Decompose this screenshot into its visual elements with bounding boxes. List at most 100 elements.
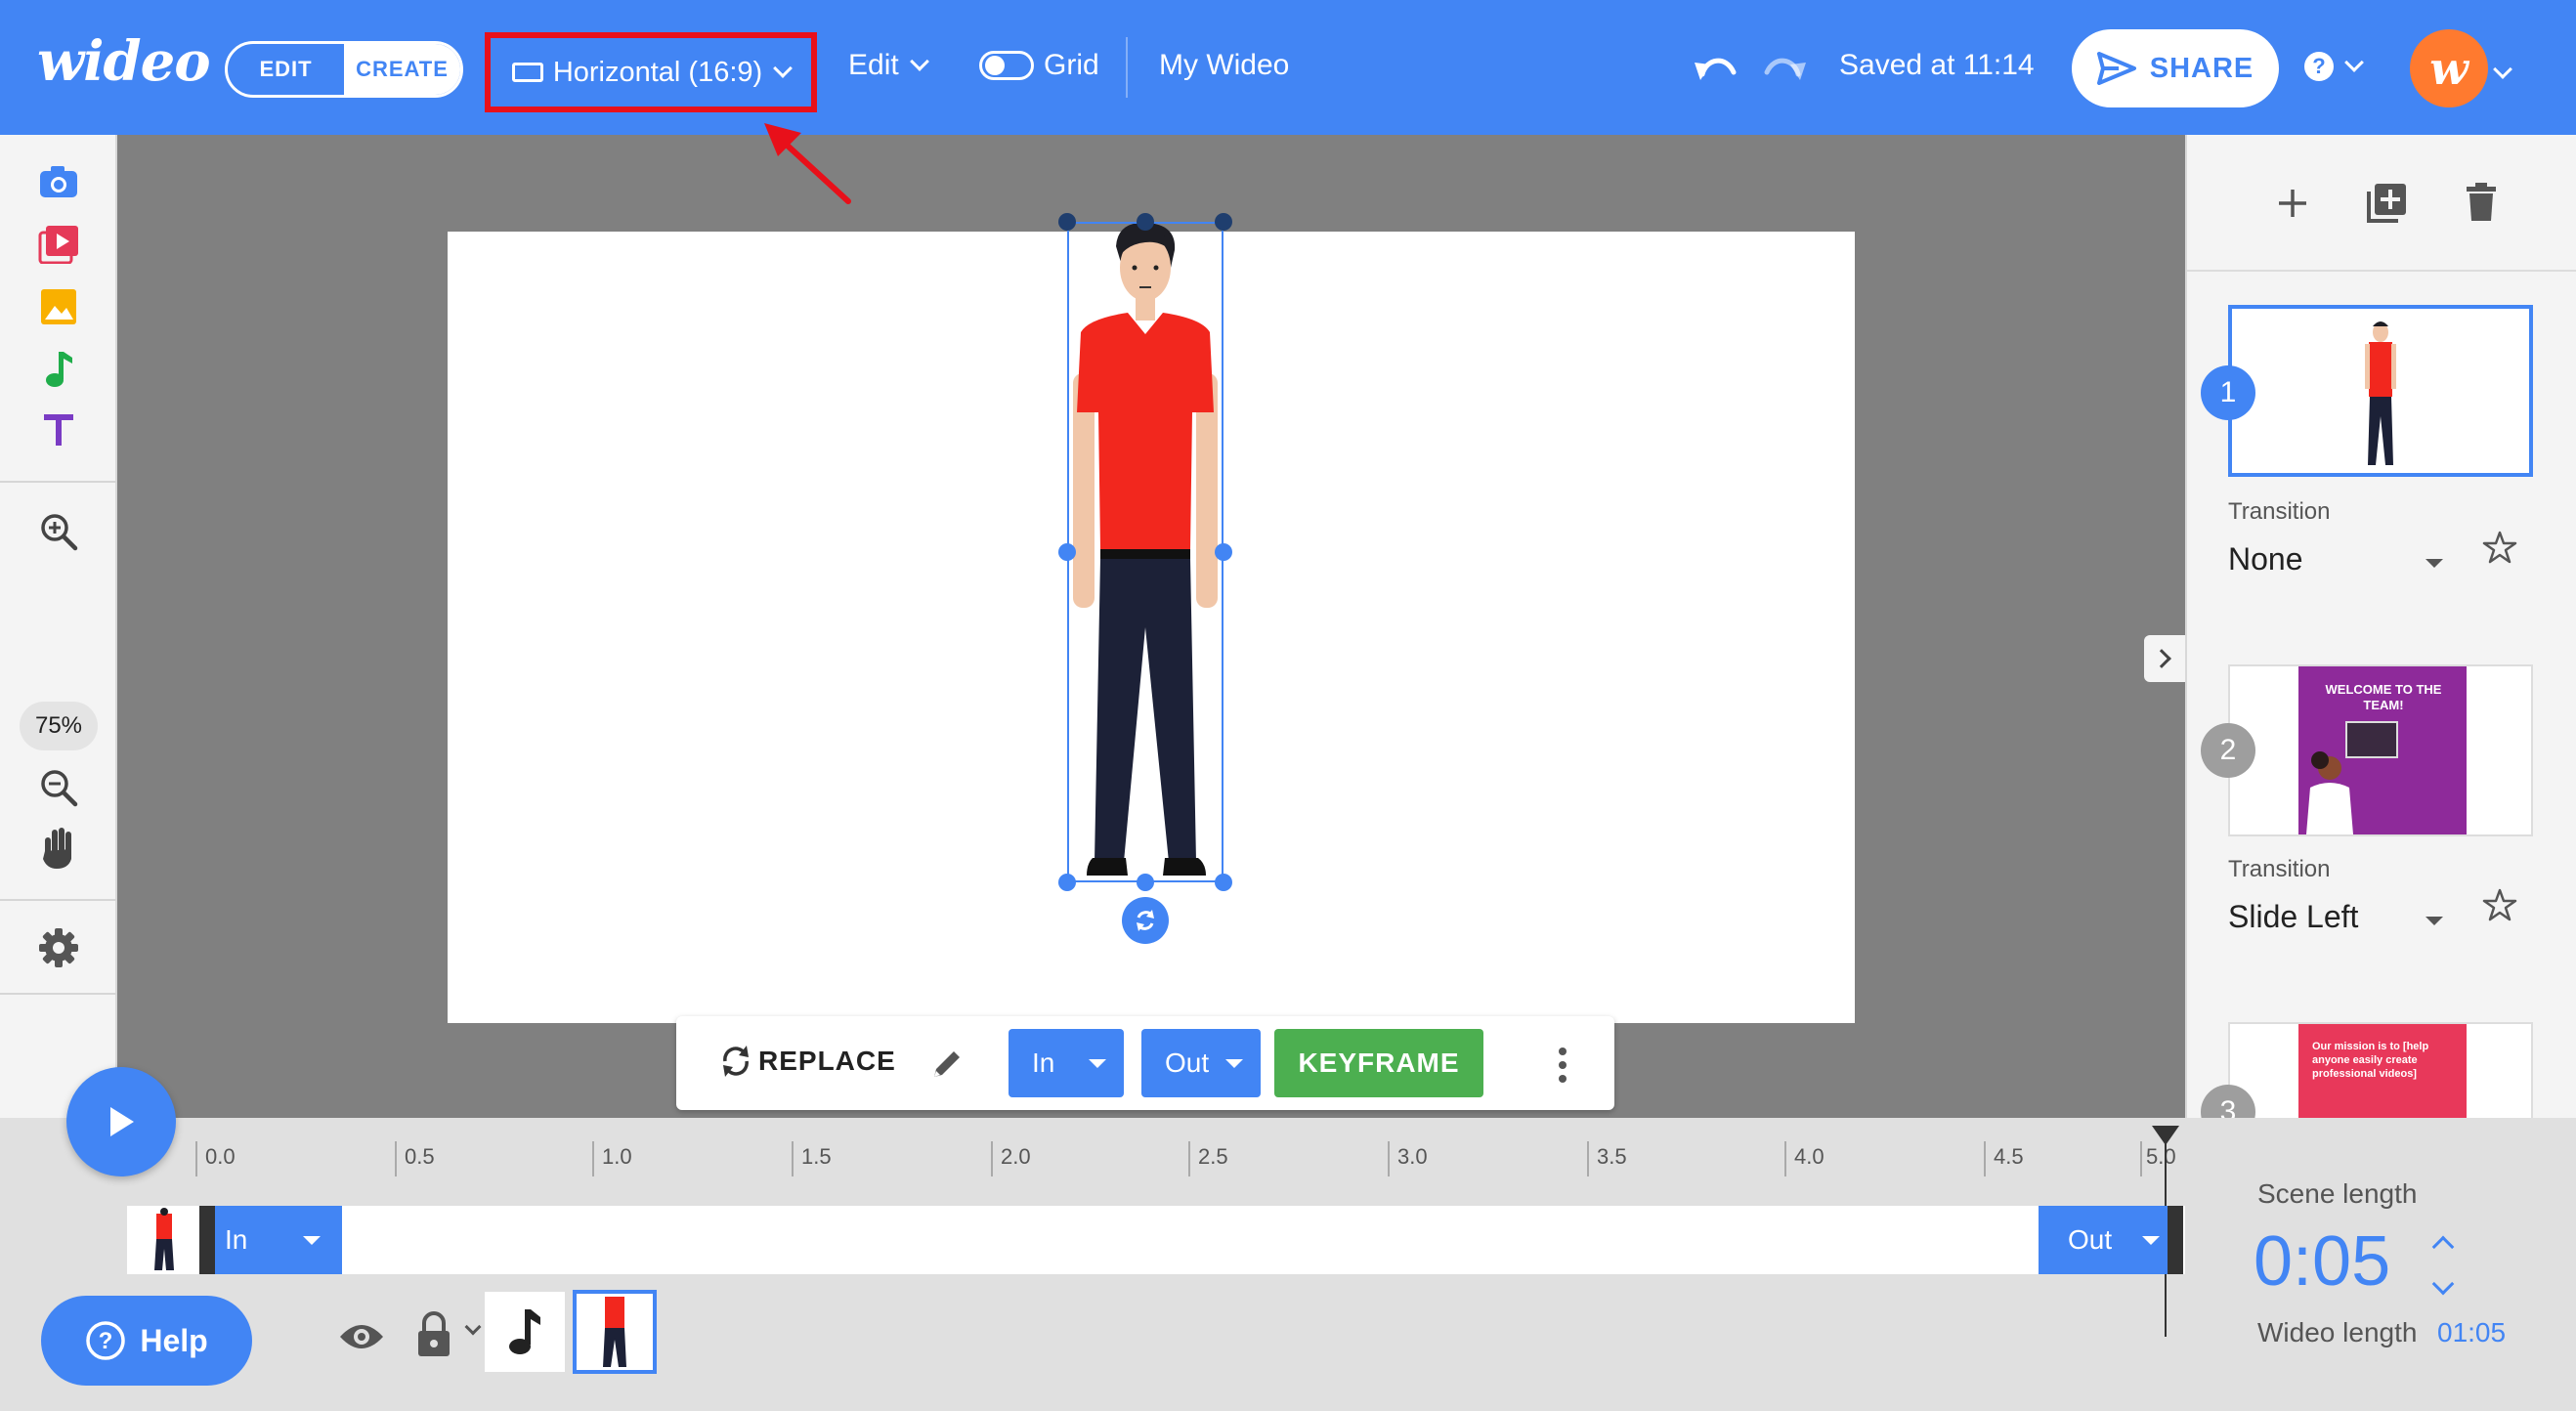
chevron-down-icon[interactable]: [2431, 1272, 2455, 1296]
timeline-tick: 4.0: [1784, 1141, 1825, 1176]
track-thumbnail: [129, 1206, 199, 1274]
help-menu[interactable]: ?: [2304, 52, 2364, 81]
hand-icon[interactable]: [33, 823, 84, 874]
scene-thumbnail-2[interactable]: WELCOME TO THE TEAM!: [2228, 664, 2533, 836]
dropdown-arrow-icon[interactable]: [2426, 559, 2443, 568]
text-icon[interactable]: [33, 405, 84, 455]
zoom-level[interactable]: 75%: [20, 702, 98, 750]
project-name[interactable]: My Wideo: [1159, 49, 1289, 82]
track-start-handle[interactable]: [199, 1206, 215, 1274]
transition-dropdown-2[interactable]: Slide Left: [2228, 899, 2358, 935]
eye-icon[interactable]: [338, 1319, 385, 1354]
edit-menu-label: Edit: [848, 49, 899, 81]
pencil-icon[interactable]: [930, 1048, 964, 1081]
top-bar: wideo EDIT CREATE Horizontal (16:9) Edit…: [0, 0, 2576, 204]
delete-scene-icon[interactable]: [2465, 182, 2498, 223]
left-toolbar: 75%: [0, 135, 117, 1118]
rotate-handle[interactable]: [1122, 897, 1169, 944]
lock-icon[interactable]: [414, 1309, 453, 1358]
in-animation-dropdown[interactable]: In: [1009, 1029, 1124, 1097]
track-in-label: In: [225, 1224, 248, 1255]
resize-handle[interactable]: [1058, 543, 1076, 561]
redo-icon[interactable]: [1763, 49, 1808, 86]
resize-handle[interactable]: [1058, 874, 1076, 891]
edit-menu[interactable]: Edit: [848, 49, 929, 82]
avatar[interactable]: w: [2410, 29, 2488, 107]
more-vert-icon[interactable]: [1556, 1046, 1569, 1085]
camera-icon[interactable]: [33, 156, 84, 207]
dropdown-arrow-icon: [303, 1235, 321, 1245]
resize-handle[interactable]: [1137, 874, 1154, 891]
dropdown-arrow-icon: [2142, 1235, 2160, 1245]
chevron-up-icon[interactable]: [2431, 1235, 2455, 1259]
replace-button[interactable]: REPLACE: [719, 1044, 896, 1079]
track-end-handle[interactable]: [2168, 1206, 2183, 1274]
timeline-tick: 3.0: [1388, 1141, 1428, 1176]
element-toolbar: REPLACE In Out KEYFRAME: [676, 1016, 1614, 1110]
aspect-rectangle-icon: [511, 63, 543, 82]
gear-icon[interactable]: [33, 922, 84, 973]
resize-handle[interactable]: [1137, 213, 1154, 231]
resize-handle[interactable]: [1215, 874, 1232, 891]
video-icon[interactable]: [33, 219, 84, 270]
resize-handle[interactable]: [1058, 213, 1076, 231]
aspect-ratio-dropdown[interactable]: Horizontal (16:9): [485, 32, 817, 112]
scene-thumbnail-1[interactable]: [2228, 305, 2533, 477]
toolbar-separator: [0, 993, 117, 995]
scene-2-background: WELCOME TO THE TEAM!: [2298, 666, 2467, 834]
star-icon[interactable]: [2482, 887, 2517, 922]
out-animation-dropdown[interactable]: Out: [1141, 1029, 1261, 1097]
element-track[interactable]: [127, 1206, 2185, 1274]
dropdown-arrow-icon[interactable]: [2426, 917, 2443, 925]
scene-length-value[interactable]: 0:05: [2254, 1221, 2390, 1302]
help-icon: ?: [2304, 52, 2334, 81]
timeline-tick: 1.5: [792, 1141, 832, 1176]
transition-label: Transition: [2228, 856, 2331, 882]
audio-layer-button[interactable]: [485, 1292, 565, 1372]
transition-dropdown-1[interactable]: None: [2228, 541, 2303, 577]
resize-handle[interactable]: [1215, 543, 1232, 561]
track-out-dropdown[interactable]: Out: [2039, 1206, 2168, 1274]
grid-switch[interactable]: [979, 51, 1034, 80]
character-layer-thumbnail: [603, 1297, 626, 1367]
music-note-icon[interactable]: [33, 344, 84, 395]
resize-handle[interactable]: [1215, 213, 1232, 231]
scene-thumbnail-3[interactable]: Our mission is to [help anyone easily cr…: [2228, 1022, 2533, 1118]
chevron-down-icon: [773, 59, 794, 78]
wideo-logo[interactable]: wideo: [37, 29, 211, 94]
timeline: 0.0 0.5 1.0 1.5 2.0 2.5 3.0 3.5 4.0 4.5 …: [0, 1118, 2185, 1411]
track-out-label: Out: [2068, 1224, 2113, 1255]
play-button[interactable]: [66, 1067, 176, 1176]
timeline-tick: 2.0: [991, 1141, 1031, 1176]
collapse-panel-tab[interactable]: [2144, 635, 2185, 682]
scene-2-title: WELCOME TO THE TEAM!: [2325, 682, 2442, 712]
star-icon[interactable]: [2482, 530, 2517, 565]
add-scene-icon[interactable]: [2275, 186, 2310, 221]
chevron-down-icon[interactable]: [2493, 60, 2512, 79]
zoom-out-icon[interactable]: [33, 762, 84, 813]
help-circle-icon: ?: [86, 1321, 126, 1360]
track-in-dropdown[interactable]: In: [215, 1206, 342, 1274]
duplicate-scene-icon[interactable]: [2365, 182, 2408, 225]
create-mode-button[interactable]: CREATE: [344, 44, 460, 95]
undo-icon[interactable]: [1693, 49, 1738, 86]
grid-toggle[interactable]: Grid: [979, 49, 1099, 82]
chevron-down-icon[interactable]: [464, 1318, 482, 1336]
selection-box[interactable]: [1067, 222, 1224, 882]
character-layer-button[interactable]: [573, 1290, 657, 1374]
timeline-tick: 2.5: [1188, 1141, 1228, 1176]
chevron-right-icon: [2152, 649, 2171, 668]
scene-2-woman-figure: [2306, 751, 2353, 834]
help-button[interactable]: ? Help: [41, 1296, 252, 1386]
scene-number-2: 2: [2201, 723, 2255, 778]
grid-label: Grid: [1044, 49, 1099, 81]
keyframe-button[interactable]: KEYFRAME: [1274, 1029, 1483, 1097]
scene-3-background: Our mission is to [help anyone easily cr…: [2298, 1024, 2467, 1118]
image-icon[interactable]: [33, 281, 84, 332]
zoom-in-icon[interactable]: [33, 506, 84, 557]
saved-status: Saved at 11:14: [1839, 49, 2035, 81]
share-button[interactable]: SHARE: [2072, 29, 2279, 107]
timeline-tick: 0.0: [195, 1141, 236, 1176]
panel-divider: [2187, 270, 2576, 272]
edit-mode-button[interactable]: EDIT: [228, 44, 344, 95]
